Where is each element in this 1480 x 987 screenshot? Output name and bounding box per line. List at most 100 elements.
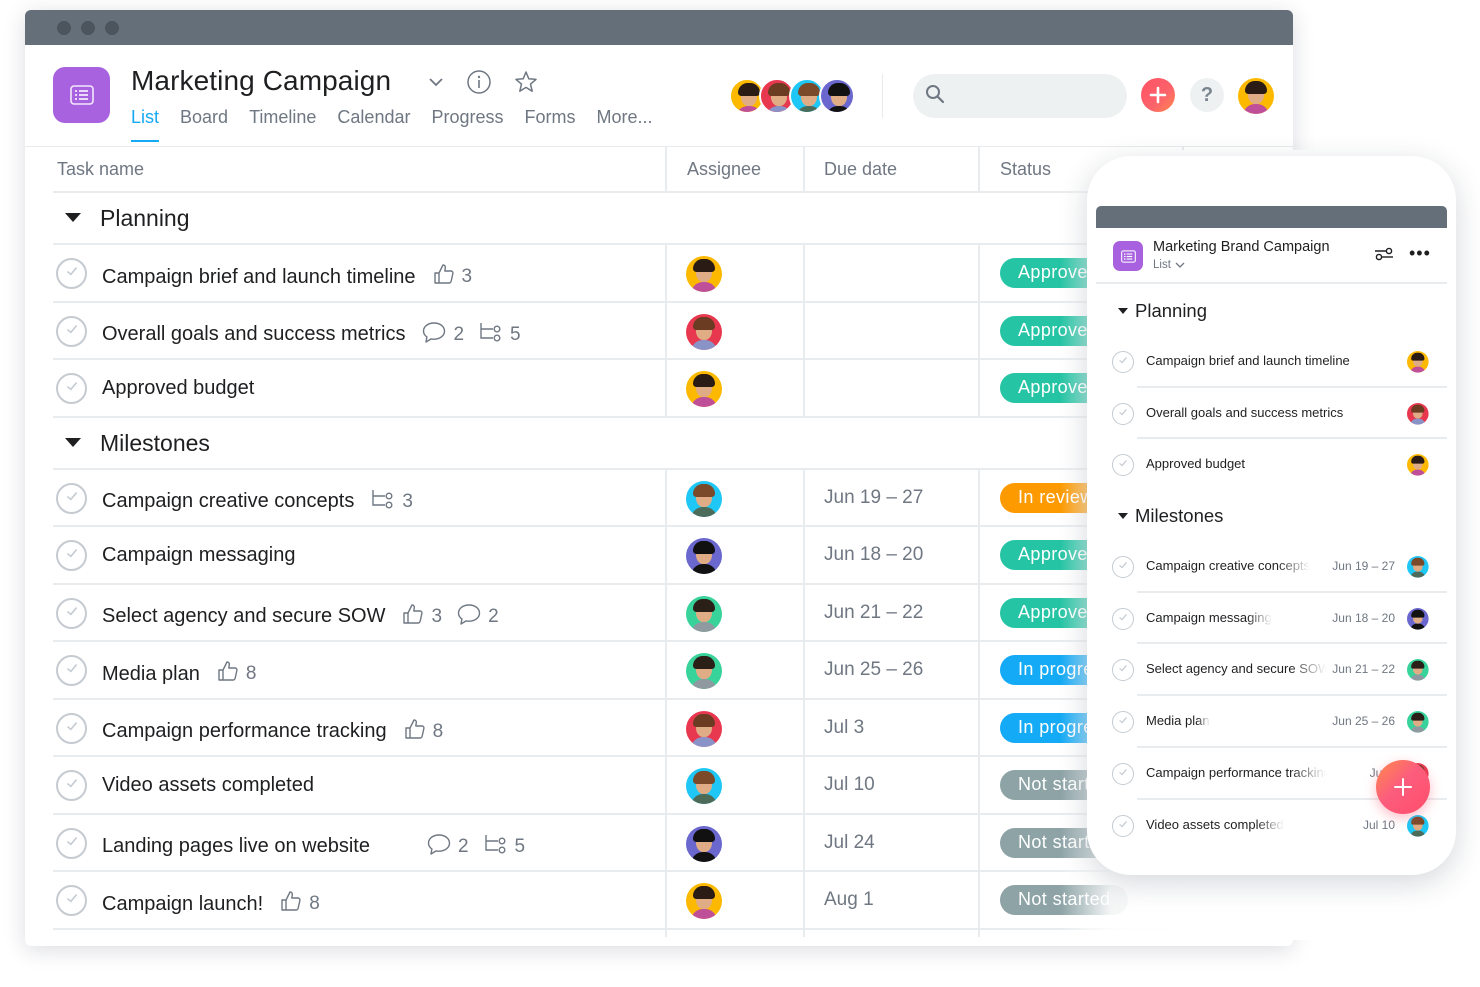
collapse-caret-icon[interactable] <box>65 437 81 447</box>
likes-count[interactable]: 8 <box>279 889 320 919</box>
mobile-assignee[interactable] <box>1407 556 1429 581</box>
mobile-add-task-button[interactable] <box>1376 760 1430 814</box>
tab-more[interactable]: More... <box>597 107 653 140</box>
complete-task-checkbox[interactable] <box>56 770 87 801</box>
complete-task-checkbox[interactable] <box>1112 711 1134 734</box>
complete-task-checkbox[interactable] <box>56 373 87 404</box>
mobile-assignee[interactable] <box>1407 351 1429 376</box>
complete-task-checkbox[interactable] <box>1112 814 1134 837</box>
assignee-avatar[interactable] <box>686 595 722 632</box>
mobile-task-row[interactable]: Campaign brief and launch timeline <box>1096 336 1447 388</box>
filter-icon[interactable] <box>1374 246 1394 267</box>
due-date-cell[interactable]: Aug 1 <box>824 889 874 911</box>
column-header-status[interactable]: Status <box>1000 159 1051 180</box>
mobile-task-row[interactable]: Campaign messaging Jun 18 – 20 <box>1096 593 1447 645</box>
due-date-cell[interactable]: Jun 25 – 26 <box>824 659 923 681</box>
assignee-avatar[interactable] <box>686 313 722 350</box>
mobile-assignee[interactable] <box>1407 711 1429 736</box>
mobile-view-selector[interactable]: List <box>1153 259 1185 271</box>
complete-task-checkbox[interactable] <box>56 597 87 629</box>
assignee-cell[interactable] <box>686 371 722 412</box>
task-name-cell[interactable]: Select agency and secure SOW 3 2 <box>102 602 499 632</box>
mobile-task-row[interactable]: Select agency and secure SOW Jun 21 – 22 <box>1096 644 1447 696</box>
tab-board[interactable]: Board <box>180 107 228 140</box>
complete-task-checkbox[interactable] <box>56 655 87 686</box>
assignee-cell[interactable] <box>686 710 722 752</box>
due-date-cell[interactable]: Jun 21 – 22 <box>824 602 923 624</box>
tab-forms[interactable]: Forms <box>525 107 576 140</box>
task-name-cell[interactable]: Campaign performance tracking 8 <box>102 717 443 747</box>
tab-list[interactable]: List <box>131 107 160 142</box>
task-name-cell[interactable]: Landing pages live on website 2 5 <box>102 832 525 862</box>
complete-task-checkbox[interactable] <box>1112 556 1134 579</box>
assignee-avatar[interactable] <box>686 653 722 689</box>
likes-count[interactable]: 3 <box>432 262 472 292</box>
collapse-caret-icon[interactable] <box>65 213 81 222</box>
mobile-assignee[interactable] <box>1407 659 1429 684</box>
member-avatar[interactable] <box>819 78 855 114</box>
column-header-due-date[interactable]: Due date <box>824 159 897 180</box>
comments-count[interactable]: 2 <box>421 320 464 350</box>
user-avatar[interactable] <box>1238 78 1274 119</box>
collapse-caret-icon[interactable] <box>1118 308 1128 314</box>
window-minimize-dot[interactable] <box>81 21 95 35</box>
subtasks-count[interactable]: 5 <box>483 832 525 862</box>
complete-task-checkbox[interactable] <box>56 827 87 859</box>
task-name-cell[interactable]: Approved budget <box>102 377 254 400</box>
mobile-assignee[interactable] <box>1407 607 1429 633</box>
due-date-cell[interactable]: Jul 10 <box>824 774 875 796</box>
window-maximize-dot[interactable] <box>105 21 119 35</box>
assignee-cell[interactable] <box>686 768 722 809</box>
search-bar[interactable] <box>913 74 1127 118</box>
assignee-avatar[interactable] <box>1407 402 1429 425</box>
task-name-cell[interactable]: Campaign messaging <box>102 544 295 567</box>
assignee-avatar[interactable] <box>1407 556 1429 578</box>
assignee-avatar[interactable] <box>686 538 722 574</box>
assignee-avatar[interactable] <box>686 768 722 804</box>
complete-task-checkbox[interactable] <box>56 712 87 744</box>
complete-task-checkbox[interactable] <box>1112 402 1134 425</box>
due-date-cell[interactable]: Jul 3 <box>824 717 864 739</box>
assignee-cell[interactable] <box>686 653 722 694</box>
assignee-cell[interactable] <box>686 538 722 579</box>
info-icon[interactable] <box>466 69 492 95</box>
search-input[interactable] <box>953 87 1113 105</box>
star-icon[interactable] <box>514 70 538 94</box>
assignee-cell[interactable] <box>686 256 722 297</box>
window-close-dot[interactable] <box>57 21 71 35</box>
due-date-cell[interactable]: Jun 18 – 20 <box>824 544 923 566</box>
project-members[interactable] <box>729 78 855 114</box>
task-name-cell[interactable]: Campaign brief and launch timeline 3 <box>102 262 472 292</box>
task-name-cell[interactable]: Overall goals and success metrics 2 5 <box>102 320 521 350</box>
assignee-avatar[interactable] <box>1407 454 1429 476</box>
complete-task-checkbox[interactable] <box>56 885 87 916</box>
comments-count[interactable]: 2 <box>456 602 499 632</box>
complete-task-checkbox[interactable] <box>1112 351 1134 373</box>
likes-count[interactable]: 8 <box>403 717 443 747</box>
help-button[interactable]: ? <box>1190 78 1224 112</box>
task-name-cell[interactable]: Campaign launch! 8 <box>102 889 320 919</box>
assignee-avatar[interactable] <box>1407 659 1429 682</box>
assignee-avatar[interactable] <box>686 883 722 919</box>
column-header-task-name[interactable]: Task name <box>57 159 144 180</box>
mobile-assignee[interactable] <box>1407 454 1429 479</box>
tab-timeline[interactable]: Timeline <box>249 107 316 140</box>
assignee-cell[interactable] <box>686 825 722 867</box>
task-name-cell[interactable]: Video assets completed <box>102 774 314 797</box>
mobile-task-row[interactable]: Campaign creative concepts Jun 19 – 27 <box>1096 541 1447 593</box>
mobile-task-row[interactable]: Approved budget <box>1096 439 1447 491</box>
assignee-avatar[interactable] <box>1407 814 1429 837</box>
complete-task-checkbox[interactable] <box>1112 607 1134 630</box>
assignee-avatar[interactable] <box>1407 711 1429 733</box>
likes-count[interactable]: 8 <box>216 659 256 689</box>
complete-task-checkbox[interactable] <box>56 540 87 571</box>
chevron-down-icon[interactable] <box>428 77 444 87</box>
assignee-avatar[interactable] <box>686 371 722 407</box>
mobile-assignee[interactable] <box>1407 402 1429 428</box>
assignee-avatar[interactable] <box>686 480 722 517</box>
complete-task-checkbox[interactable] <box>56 482 87 514</box>
mobile-task-row[interactable]: Media plan Jun 25 – 26 <box>1096 696 1447 748</box>
mobile-assignee[interactable] <box>1407 814 1429 840</box>
tab-calendar[interactable]: Calendar <box>337 107 410 140</box>
complete-task-checkbox[interactable] <box>1112 762 1134 785</box>
